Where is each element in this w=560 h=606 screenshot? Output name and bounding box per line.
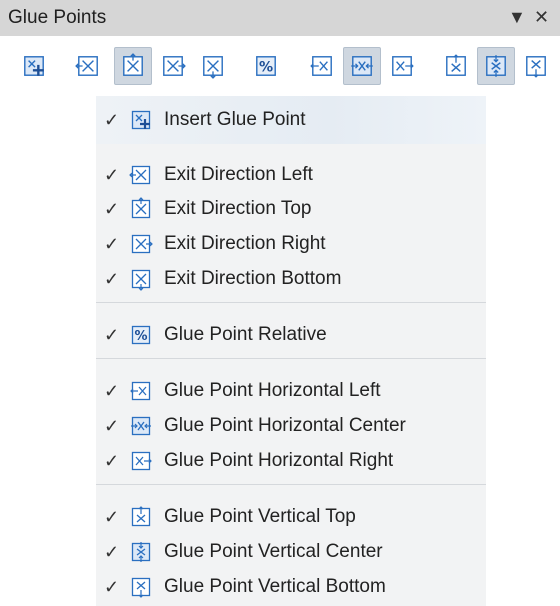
vertical-center-icon	[131, 542, 151, 562]
checkmark-icon: ✓	[104, 165, 120, 185]
menu-item-glue-point-relative[interactable]: ✓ % Glue Point Relative	[96, 318, 486, 352]
checkmark-icon: ✓	[104, 325, 120, 345]
checkmark-icon: ✓	[104, 507, 120, 527]
panel-titlebar: Glue Points ▼ ✕	[0, 0, 560, 36]
toolbar-v-center-button[interactable]	[477, 47, 515, 85]
menu-item-horizontal-right[interactable]: ✓ Glue Point Horizontal Right	[96, 444, 486, 478]
checkmark-icon: ✓	[104, 577, 120, 597]
horizontal-left-icon	[130, 381, 151, 401]
horizontal-center-icon	[131, 416, 151, 436]
menu-item-vertical-bottom[interactable]: ✓ Glue Point Vertical Bottom	[96, 570, 486, 604]
exit-direction-left-icon	[75, 56, 98, 76]
vertical-bottom-icon	[526, 56, 546, 78]
vertical-top-icon	[446, 54, 466, 76]
glue-point-relative-icon: %	[256, 56, 276, 76]
toolbar-h-center-button[interactable]	[343, 47, 381, 85]
menu-item-label: Glue Point Vertical Center	[164, 541, 383, 562]
toolbar-h-left-button[interactable]	[303, 47, 341, 85]
toolbar-exit-top-button[interactable]	[114, 47, 152, 85]
menu-item-label: Exit Direction Left	[164, 164, 313, 185]
toolbar-v-top-button[interactable]	[437, 47, 475, 85]
menu-item-label: Glue Point Horizontal Right	[164, 450, 394, 471]
toolbar-exit-left-button[interactable]	[69, 47, 107, 85]
menu-item-insert-glue-point[interactable]: ✓ Insert Glue Point	[96, 96, 486, 144]
exit-direction-right-icon	[131, 234, 153, 254]
horizontal-left-icon	[310, 56, 332, 76]
checkmark-icon: ✓	[104, 269, 120, 289]
menu-item-vertical-center[interactable]: ✓ Glue Point Vertical Center	[96, 535, 486, 569]
svg-text:%: %	[259, 59, 273, 75]
menu-item-exit-direction-left[interactable]: ✓ Exit Direction Left	[96, 158, 486, 192]
toolbar-exit-bottom-button[interactable]	[194, 47, 232, 85]
menu-item-horizontal-center[interactable]: ✓ Glue Point Horizontal Center	[96, 409, 486, 443]
toolbar-exit-right-button[interactable]	[154, 47, 192, 85]
glue-points-context-menu: ✓ Insert Glue Point ✓ Exit Direction Left ✓…	[96, 96, 486, 606]
menu-item-exit-direction-bottom[interactable]: ✓ Exit Direction Bottom	[96, 262, 486, 296]
menu-item-vertical-top[interactable]: ✓ Glue Point Vertical Top	[96, 500, 486, 534]
checkmark-icon: ✓	[104, 234, 120, 254]
exit-direction-right-icon	[163, 56, 186, 76]
panel-menu-dropdown-icon[interactable]: ▼	[508, 6, 526, 28]
menu-item-exit-direction-right[interactable]: ✓ Exit Direction Right	[96, 227, 486, 261]
horizontal-center-icon	[351, 56, 373, 76]
panel-close-icon[interactable]: ✕	[534, 6, 549, 28]
menu-item-label: Insert Glue Point	[164, 109, 306, 130]
vertical-center-icon	[486, 55, 506, 77]
horizontal-right-icon	[392, 56, 414, 76]
exit-direction-top-icon	[131, 197, 151, 219]
menu-item-label: Exit Direction Bottom	[164, 268, 342, 289]
menu-item-label: Glue Point Horizontal Center	[164, 415, 406, 436]
glue-points-toolbar: %	[0, 36, 560, 96]
menu-item-label: Glue Point Vertical Bottom	[164, 576, 386, 597]
menu-item-label: Glue Point Relative	[164, 324, 327, 345]
exit-direction-bottom-icon	[131, 269, 151, 291]
insert-glue-point-icon	[131, 110, 151, 130]
menu-separator	[96, 358, 486, 359]
toolbar-insert-button[interactable]	[15, 47, 53, 85]
menu-item-label: Exit Direction Top	[164, 198, 312, 219]
checkmark-icon: ✓	[104, 542, 120, 562]
checkmark-icon: ✓	[104, 416, 120, 436]
menu-item-horizontal-left[interactable]: ✓ Glue Point Horizontal Left	[96, 374, 486, 408]
menu-item-exit-direction-top[interactable]: ✓ Exit Direction Top	[96, 192, 486, 226]
menu-separator	[96, 302, 486, 303]
vertical-top-icon	[131, 506, 151, 527]
checkmark-icon: ✓	[104, 451, 120, 471]
insert-glue-point-icon	[24, 56, 44, 76]
checkmark-icon: ✓	[104, 381, 120, 401]
horizontal-right-icon	[131, 451, 152, 471]
glue-point-relative-icon: %	[131, 325, 151, 345]
vertical-bottom-icon	[131, 577, 151, 598]
svg-text:%: %	[134, 329, 147, 344]
exit-direction-top-icon	[123, 53, 143, 76]
toolbar-h-right-button[interactable]	[383, 47, 421, 85]
exit-direction-bottom-icon	[203, 56, 223, 79]
menu-item-label: Glue Point Vertical Top	[164, 506, 356, 527]
menu-separator	[96, 484, 486, 485]
menu-item-label: Exit Direction Right	[164, 233, 326, 254]
exit-direction-left-icon	[129, 165, 151, 185]
toolbar-v-bottom-button[interactable]	[517, 47, 555, 85]
toolbar-relative-button[interactable]: %	[247, 47, 285, 85]
panel-title: Glue Points	[8, 7, 107, 28]
checkmark-icon: ✓	[104, 199, 120, 219]
menu-item-label: Glue Point Horizontal Left	[164, 380, 381, 401]
checkmark-icon: ✓	[104, 110, 120, 130]
